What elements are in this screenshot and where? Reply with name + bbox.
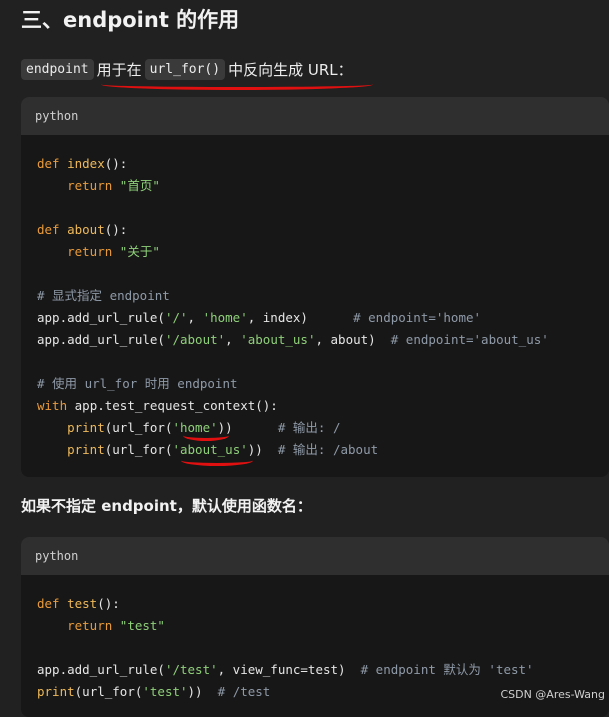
code-token: , — [187, 310, 203, 325]
code-line: return "test" — [37, 615, 609, 637]
code-body-1: def index(): return "首页" def about(): ret… — [21, 135, 609, 461]
code-token: "test" — [119, 618, 165, 633]
code-token: "首页" — [119, 178, 160, 193]
code-token: '/' — [164, 310, 188, 325]
code-token: )) — [247, 442, 278, 457]
inline-code-url-for: url_for() — [144, 58, 226, 80]
code-token: return — [67, 244, 120, 259]
code-token: # 使用 url_for 时用 endpoint — [37, 376, 238, 391]
code-language: python — [35, 549, 79, 563]
code-line: def index(): — [37, 153, 609, 175]
code-token: # endpoint='home' — [353, 310, 482, 325]
code-token: # 显式指定 endpoint — [37, 288, 170, 303]
intro-text-2: 中反向生成 URL： — [228, 60, 353, 79]
red-annotation-underline — [181, 455, 253, 466]
code-token: def — [37, 156, 68, 171]
code-token: # endpoint 默认为 'test' — [360, 662, 534, 677]
code-token: app.add_url_rule( — [37, 332, 165, 347]
code-token: 'about_us' — [240, 332, 316, 347]
subheading: 如果不指定 endpoint，默认使用函数名： — [21, 497, 312, 515]
code-token: index — [67, 156, 105, 171]
code-token: return — [67, 178, 120, 193]
code-line: print(url_for('about_us')) # 输出: /about — [37, 439, 609, 461]
code-body-2: def test(): return "test" app.add_url_rul… — [21, 575, 609, 703]
code-token: "关于" — [119, 244, 160, 259]
code-token: def — [37, 596, 68, 611]
code-line: app.add_url_rule('/', 'home', index) # e… — [37, 307, 609, 329]
code-line: # 使用 url_for 时用 endpoint — [37, 373, 609, 395]
code-token: app.test_request_context(): — [74, 398, 278, 413]
code-token: 'home' — [202, 310, 248, 325]
code-token: # 输出: /about — [277, 442, 379, 457]
code-language: python — [35, 109, 79, 123]
code-token: print — [67, 442, 105, 457]
code-token: app.add_url_rule( — [37, 662, 165, 677]
code-token: # /test — [217, 684, 271, 699]
code-token: app.add_url_rule( — [37, 310, 165, 325]
code-token: '/test' — [164, 662, 218, 677]
inline-code-endpoint: endpoint — [21, 58, 94, 80]
code-line: def test(): — [37, 593, 609, 615]
code-token: , — [225, 332, 241, 347]
code-line: app.add_url_rule('/test', view_func=test… — [37, 659, 609, 681]
code-line: with app.test_request_context(): — [37, 395, 609, 417]
code-token: (url_for( — [104, 420, 173, 435]
code-language-label: python — [21, 97, 609, 135]
code-language-label: python — [21, 537, 609, 575]
watermark: CSDN @Ares-Wang — [500, 688, 605, 701]
code-line: print(url_for('home')) # 输出: / — [37, 417, 609, 439]
code-line: def about(): — [37, 219, 609, 241]
code-token: (): — [104, 156, 128, 171]
code-token: print — [37, 684, 75, 699]
code-line: return "首页" — [37, 175, 609, 197]
red-annotation-underline — [101, 79, 373, 90]
code-token: , index) — [247, 310, 354, 325]
code-token: (url_for( — [104, 442, 173, 457]
code-token: about — [67, 222, 105, 237]
code-line: # 显式指定 endpoint — [37, 285, 609, 307]
code-token: test — [67, 596, 98, 611]
section-heading: 三、endpoint 的作用 — [21, 8, 240, 32]
code-token: (): — [97, 596, 120, 611]
code-token: , view_func=test) — [217, 662, 361, 677]
code-token: )) — [187, 684, 218, 699]
code-token: with — [37, 398, 75, 413]
code-token: def — [37, 222, 68, 237]
code-token: 'test' — [142, 684, 188, 699]
red-annotation-underline — [183, 430, 229, 441]
code-token: , about) — [315, 332, 391, 347]
code-line: return "关于" — [37, 241, 609, 263]
intro-text-1: 用于在 — [96, 60, 142, 79]
code-token: (url_for( — [74, 684, 143, 699]
code-token: # 输出: / — [277, 420, 341, 435]
code-line: app.add_url_rule('/about', 'about_us', a… — [37, 329, 609, 351]
code-token: (): — [104, 222, 128, 237]
code-token: '/about' — [164, 332, 226, 347]
code-token: return — [67, 618, 120, 633]
code-block-1: python def index(): return "首页" def about… — [21, 97, 609, 477]
code-token: # endpoint='about_us' — [390, 332, 549, 347]
code-token: print — [67, 420, 105, 435]
